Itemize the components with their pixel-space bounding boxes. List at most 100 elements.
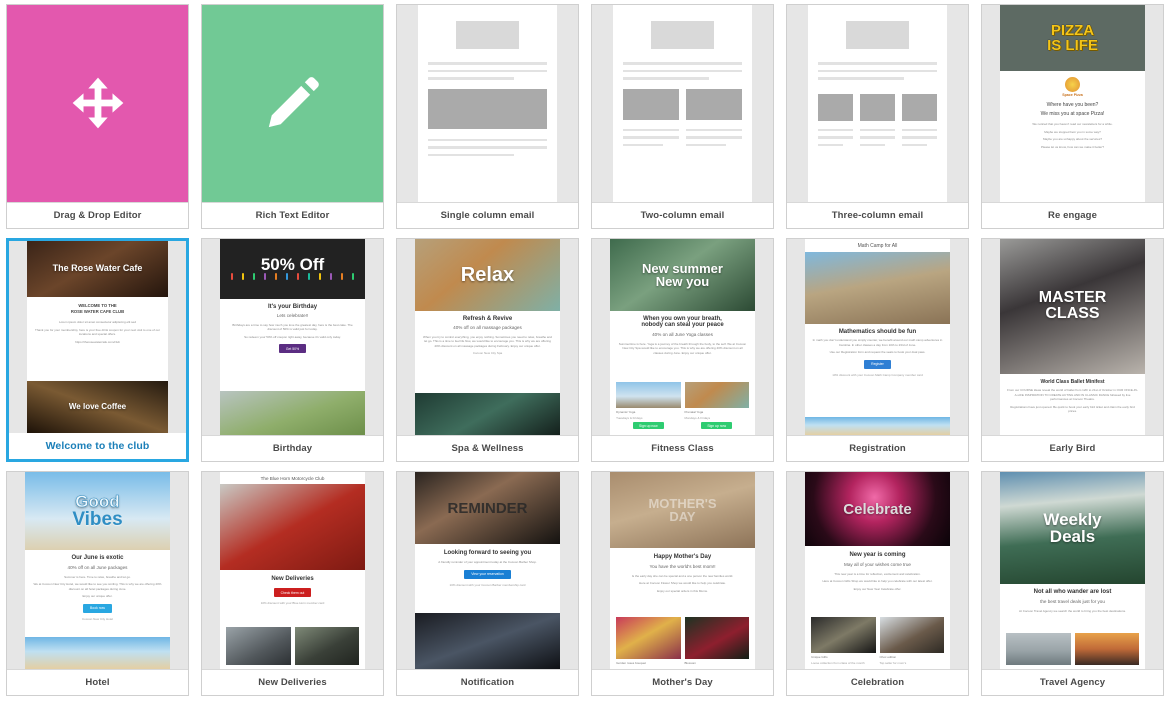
email-body-line: https://therosewatercafe.com/club [75, 339, 120, 344]
template-card[interactable]: Two-column email [591, 4, 774, 229]
template-thumbnail[interactable] [397, 5, 578, 202]
template-card[interactable]: The Blue Horn Motorcycle Club New Deliver… [201, 471, 384, 696]
email-tile[interactable] [294, 626, 359, 665]
email-footer: Cocoon New City Spa [472, 351, 503, 356]
email-headline: Mathematics should be fun [838, 328, 917, 335]
template-thumbnail[interactable]: MASTER CLASS World Class Ballet Minifest Fr… [982, 238, 1163, 436]
template-card[interactable]: PIZZA IS LIFE Space Pizza Where have you be… [981, 4, 1164, 229]
template-thumbnail[interactable]: Relax Refresh & Revive 40% off on all mass… [397, 238, 578, 436]
template-thumbnail[interactable] [592, 5, 773, 202]
email-body-line: This new year is a time for reflection, … [834, 571, 921, 576]
template-thumbnail[interactable]: Math Camp for All Mathematics should be f… [787, 238, 968, 436]
email-tile-button[interactable]: Sign up now [632, 422, 664, 430]
template-thumbnail[interactable]: New summer New you When you own your breat… [592, 238, 773, 436]
template-card[interactable]: Weekly Deals Not all who wander are lost th… [981, 471, 1164, 696]
template-cell: Two-column email [585, 0, 780, 234]
template-thumbnail[interactable]: MOTHER'S DAY Happy Mother's Day You have th… [592, 472, 773, 669]
email-tile[interactable]: Choc edition Top seller for mom's [879, 616, 944, 665]
template-thumbnail[interactable]: Celebrate New year is coming May all of yo… [787, 472, 968, 669]
email-body-line: At Cocoon Travel Agency we search the wo… [1019, 608, 1126, 613]
email-tile[interactable] [226, 626, 291, 665]
email-cta-button[interactable]: View your reservation [464, 569, 511, 579]
template-card[interactable]: REMINDER Looking forward to seeing you A f… [396, 471, 579, 696]
email-footer-image [805, 417, 950, 436]
email-tile-caption: Gorden roses bouquet [616, 660, 646, 665]
email-hero-image: 50% Off [220, 238, 365, 299]
email-cta-button[interactable]: Book now [83, 603, 112, 613]
email-body-line: Thank you for your membership, here is y… [35, 327, 160, 337]
template-card[interactable]: Celebrate New year is coming May all of yo… [786, 471, 969, 696]
email-tile[interactable]: Gorden roses bouquet [616, 616, 681, 665]
template-cell: Three-column email [780, 0, 975, 234]
wireframe-image-block [686, 88, 743, 120]
email-hero-image: REMINDER [415, 472, 560, 545]
template-thumbnail[interactable] [7, 5, 188, 202]
email-tile-caption: Blossom [684, 660, 697, 665]
editor-tile [7, 5, 188, 202]
template-cell: Rich Text Editor [195, 0, 390, 234]
email-tile-button[interactable]: Sign up now [701, 422, 733, 430]
email-subhead: the best travel deals just for you [1040, 599, 1105, 605]
email-preview: New summer New you When you own your breat… [610, 238, 755, 436]
email-subhead: 40% on all June Yoga classes [652, 332, 713, 338]
wireframe-image-block [817, 93, 853, 121]
email-tile[interactable]: Dynamic Yoga Tuesdays & Fridays Sign up no… [616, 382, 681, 431]
wireframe-text-line [817, 128, 853, 131]
wireframe-logo-block [846, 21, 909, 49]
template-card[interactable]: MASTER CLASS World Class Ballet Minifest Fr… [981, 237, 1164, 463]
email-body-line: Lorem ipsum dolor sit amet consectetur a… [58, 320, 137, 325]
email-footer: 10% discount with your Cocoon Barber mem… [449, 582, 526, 587]
template-thumbnail[interactable]: The Blue Horn Motorcycle Club New Deliver… [202, 472, 383, 669]
template-thumbnail[interactable]: REMINDER Looking forward to seeing you A f… [397, 472, 578, 669]
wireframe-logo-block [456, 21, 519, 49]
template-card[interactable]: Rich Text Editor [201, 4, 384, 229]
email-cta-button[interactable]: Check them out [273, 588, 312, 598]
email-tile[interactable] [1006, 632, 1071, 665]
email-cta-button[interactable]: Get 50% [278, 344, 307, 354]
email-hero-title: MASTER CLASS [1038, 289, 1107, 323]
wireframe-text-line [859, 128, 896, 131]
template-card[interactable]: Single column email [396, 4, 579, 229]
template-cell: The Blue Horn Motorcycle Club New Deliver… [195, 467, 390, 701]
email-body-line: From our COURSE Ideas reveal the world o… [1007, 388, 1138, 402]
template-card[interactable]: New summer New you When you own your breat… [591, 237, 774, 463]
template-thumbnail[interactable]: Weekly Deals Not all who wander are lost th… [982, 472, 1163, 669]
wireframe-text-line [622, 128, 679, 131]
email-tile-image [226, 626, 291, 665]
template-cell: Single column email [390, 0, 585, 234]
template-cell: REMINDER Looking forward to seeing you A f… [390, 467, 585, 701]
template-cell: The Rose Water Cafe WELCOME TO THE ROSE WA… [0, 234, 195, 468]
email-preview: MOTHER'S DAY Happy Mother's Day You have th… [610, 472, 755, 669]
template-card[interactable]: MOTHER'S DAY Happy Mother's Day You have th… [591, 471, 774, 696]
template-card[interactable]: Drag & Drop Editor [6, 4, 189, 229]
template-cell: 50% Off It's your Birthday Lets celebrate!… [195, 234, 390, 468]
template-card[interactable]: 50% Off It's your Birthday Lets celebrate!… [201, 237, 384, 463]
wireframe-text-line [427, 153, 514, 156]
template-thumbnail[interactable]: 50% Off It's your Birthday Lets celebrate!… [202, 238, 383, 436]
email-tile[interactable] [1074, 632, 1139, 665]
template-thumbnail[interactable]: Good Vibes Our June is exotic 40% off on al… [7, 472, 188, 669]
template-label: Registration [787, 435, 968, 462]
email-cta-button[interactable]: Register [864, 359, 891, 369]
template-card[interactable]: Relax Refresh & Revive 40% off on all mass… [396, 237, 579, 463]
email-preview: 50% Off It's your Birthday Lets celebrate!… [220, 238, 365, 436]
email-footer-image [415, 612, 560, 669]
email-preview: PIZZA IS LIFE Space Pizza Where have you be… [1000, 5, 1145, 202]
template-thumbnail[interactable] [202, 5, 383, 202]
birthday-candles-icon [220, 272, 365, 282]
template-thumbnail[interactable]: The Rose Water Cafe WELCOME TO THE ROSE WA… [9, 240, 186, 434]
email-subhead: 40% off on all June packages [67, 565, 128, 571]
template-card[interactable]: Good Vibes Our June is exotic 40% off on al… [6, 471, 189, 696]
template-thumbnail[interactable] [787, 5, 968, 202]
template-cell: Good Vibes Our June is exotic 40% off on al… [0, 467, 195, 701]
template-card[interactable]: Three-column email [786, 4, 969, 229]
wireframe-preview [592, 5, 773, 202]
email-tile[interactable]: Blossom [684, 616, 749, 665]
email-tile[interactable]: Prenatal Yoga Mondays & Fridays Sign up no… [684, 382, 749, 431]
template-card[interactable]: The Rose Water Cafe WELCOME TO THE ROSE WA… [6, 237, 189, 463]
template-label: Birthday [202, 435, 383, 462]
template-thumbnail[interactable]: PIZZA IS LIFE Space Pizza Where have you be… [982, 5, 1163, 202]
email-tile[interactable]: Unique Gifts Loose collection from class … [811, 616, 876, 665]
template-card[interactable]: Math Camp for All Mathematics should be f… [786, 237, 969, 463]
email-tile-image [616, 382, 681, 409]
